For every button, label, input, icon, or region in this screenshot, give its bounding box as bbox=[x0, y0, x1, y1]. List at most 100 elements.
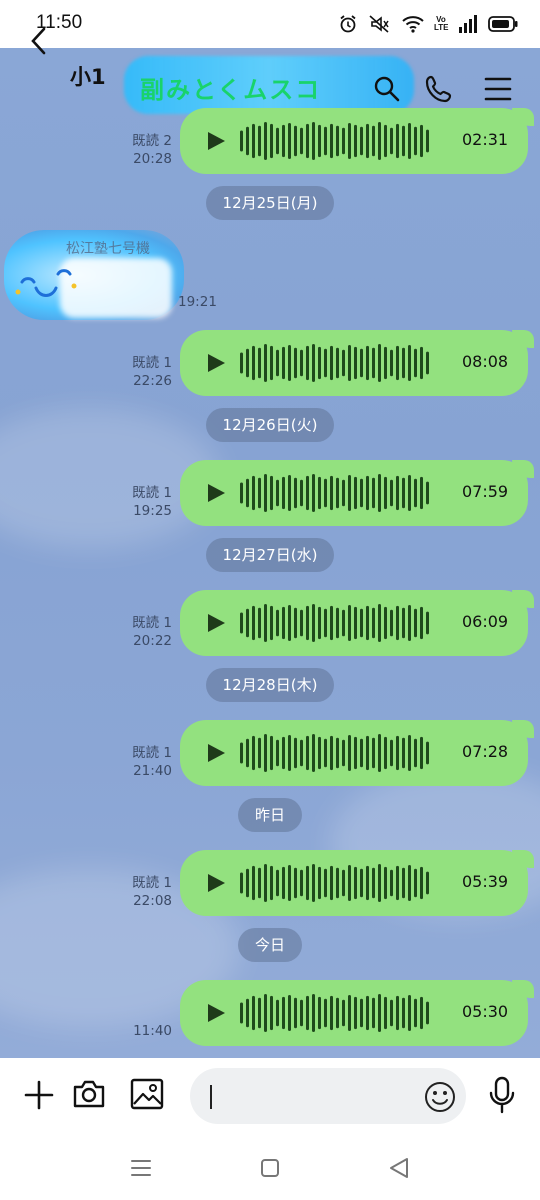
waveform-bar bbox=[420, 606, 423, 640]
waveform-bar bbox=[360, 126, 363, 156]
incoming-message-time: 19:21 bbox=[178, 294, 217, 310]
waveform-bar bbox=[276, 479, 279, 507]
menu-icon[interactable] bbox=[484, 76, 512, 102]
waveform bbox=[240, 604, 429, 642]
waveform-bar bbox=[252, 345, 255, 381]
waveform-bar bbox=[330, 735, 333, 771]
message-meta: 既読 1 21:40 bbox=[132, 744, 172, 780]
waveform-bar bbox=[282, 124, 285, 158]
waveform-bar bbox=[240, 482, 243, 504]
waveform-bar bbox=[294, 477, 297, 509]
voice-message-bubble[interactable]: 07:28 bbox=[180, 720, 534, 786]
waveform-bar bbox=[276, 739, 279, 767]
plus-icon[interactable] bbox=[24, 1080, 54, 1110]
waveform-bar bbox=[342, 739, 345, 767]
waveform-bar bbox=[324, 868, 327, 898]
waveform-bar bbox=[366, 995, 369, 1031]
waveform-bar bbox=[264, 344, 267, 382]
voice-message-bubble[interactable]: 07:59 bbox=[180, 460, 534, 526]
waveform-bar bbox=[252, 735, 255, 771]
date-separator: 今日 bbox=[238, 928, 302, 962]
search-icon[interactable] bbox=[372, 74, 402, 104]
waveform-bar bbox=[384, 866, 387, 900]
waveform-bar bbox=[378, 604, 381, 642]
voice-message-bubble[interactable]: 02:31 bbox=[180, 108, 534, 174]
waveform-bar bbox=[252, 995, 255, 1031]
waveform-bar bbox=[354, 866, 357, 900]
system-back-icon[interactable] bbox=[388, 1156, 410, 1180]
waveform-bar bbox=[258, 997, 261, 1029]
waveform-bar bbox=[366, 865, 369, 901]
microphone-icon[interactable] bbox=[488, 1076, 516, 1114]
waveform-bar bbox=[426, 611, 429, 635]
play-icon[interactable] bbox=[206, 131, 226, 151]
emoji-icon[interactable] bbox=[424, 1081, 456, 1113]
waveform-bar bbox=[294, 867, 297, 899]
waveform-bar bbox=[258, 737, 261, 769]
waveform-bar bbox=[390, 739, 393, 767]
waveform-bar bbox=[390, 869, 393, 897]
waveform-bar bbox=[240, 1002, 243, 1024]
waveform-bar bbox=[324, 608, 327, 638]
waveform-bar bbox=[306, 605, 309, 641]
status-icons: Vo LTE bbox=[338, 12, 518, 36]
waveform-bar bbox=[300, 739, 303, 767]
play-icon[interactable] bbox=[206, 483, 226, 503]
read-receipt: 既読 1 bbox=[132, 355, 172, 371]
voice-message-bubble[interactable]: 06:09 bbox=[180, 590, 534, 656]
chat-title[interactable]: 副みとくムスコ bbox=[140, 70, 321, 105]
waveform-bar bbox=[354, 476, 357, 510]
recent-apps-icon[interactable] bbox=[130, 1158, 152, 1178]
waveform-bar bbox=[426, 481, 429, 505]
voice-duration: 05:30 bbox=[462, 1002, 509, 1021]
waveform-bar bbox=[354, 996, 357, 1030]
waveform-bar bbox=[306, 475, 309, 511]
waveform-bar bbox=[324, 126, 327, 156]
waveform-bar bbox=[408, 994, 411, 1032]
message-meta: 既読 1 20:22 bbox=[132, 614, 172, 650]
waveform-bar bbox=[324, 478, 327, 508]
voice-message-bubble[interactable]: 08:08 bbox=[180, 330, 534, 396]
waveform bbox=[240, 122, 429, 160]
waveform-bar bbox=[252, 605, 255, 641]
back-icon[interactable] bbox=[26, 26, 52, 56]
waveform-bar bbox=[390, 999, 393, 1027]
camera-icon[interactable] bbox=[72, 1078, 106, 1110]
date-separator: 12月28日(木) bbox=[206, 668, 334, 702]
waveform-bar bbox=[240, 130, 243, 152]
phone-icon[interactable] bbox=[424, 74, 454, 104]
voice-duration: 02:31 bbox=[462, 130, 509, 149]
waveform-bar bbox=[354, 736, 357, 770]
play-icon[interactable] bbox=[206, 743, 226, 763]
waveform bbox=[240, 734, 429, 772]
waveform-bar bbox=[258, 125, 261, 157]
alarm-icon bbox=[338, 14, 358, 34]
home-icon[interactable] bbox=[260, 1158, 280, 1178]
waveform-bar bbox=[396, 735, 399, 771]
volte-label: Vo LTE bbox=[434, 15, 449, 32]
voice-message-bubble[interactable]: 05:30 bbox=[180, 980, 534, 1046]
image-icon[interactable] bbox=[130, 1078, 164, 1110]
waveform-bar bbox=[378, 994, 381, 1032]
waveform-bar bbox=[408, 474, 411, 512]
play-icon[interactable] bbox=[206, 353, 226, 373]
chat-name[interactable]: 小1 bbox=[70, 61, 106, 91]
waveform-bar bbox=[318, 124, 321, 158]
play-icon[interactable] bbox=[206, 873, 226, 893]
waveform-bar bbox=[408, 864, 411, 902]
waveform-bar bbox=[402, 125, 405, 157]
voice-message-bubble[interactable]: 05:39 bbox=[180, 850, 534, 916]
waveform-bar bbox=[378, 474, 381, 512]
play-icon[interactable] bbox=[206, 613, 226, 633]
waveform-bar bbox=[336, 125, 339, 157]
waveform-bar bbox=[402, 347, 405, 379]
play-icon[interactable] bbox=[206, 1003, 226, 1023]
waveform-bar bbox=[246, 126, 249, 156]
message-meta: 既読 1 22:26 bbox=[132, 354, 172, 390]
waveform-bar bbox=[414, 348, 417, 378]
message-input-bar bbox=[0, 1058, 540, 1134]
waveform-bar bbox=[414, 478, 417, 508]
waveform-bar bbox=[300, 869, 303, 897]
waveform-bar bbox=[240, 872, 243, 894]
waveform-bar bbox=[402, 867, 405, 899]
